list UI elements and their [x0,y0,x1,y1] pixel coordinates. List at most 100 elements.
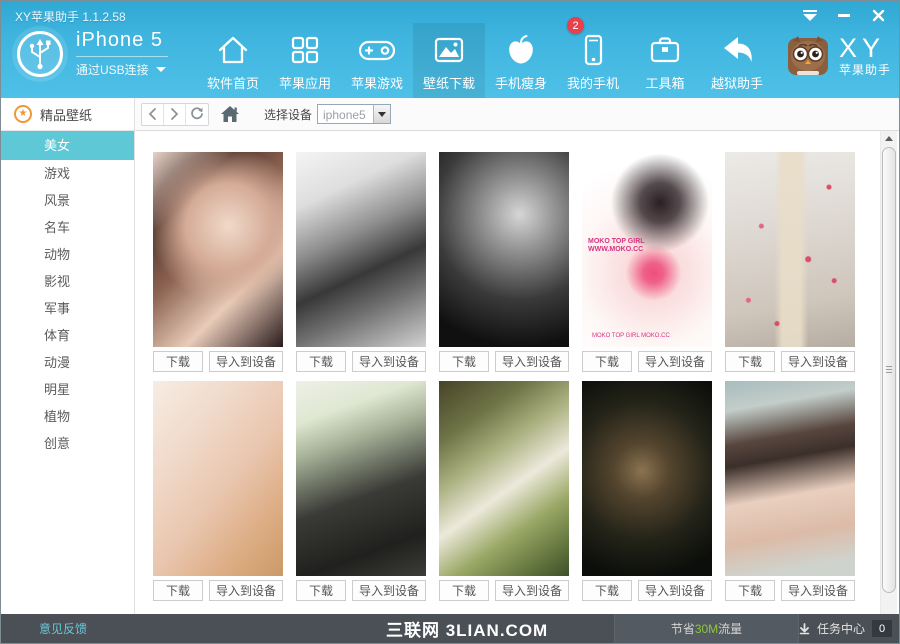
toolbar-item-my-phone[interactable]: 2 我的手机 [557,23,629,98]
close-button[interactable] [869,7,887,23]
device-select-label: 选择设备 [264,106,312,123]
traffic-savings: 节省30M流量 [614,614,799,643]
wallpaper-thumbnail[interactable] [296,381,426,576]
device-connection-dropdown[interactable]: 通过USB连接 [76,61,168,78]
card-buttons: 下载 导入到设备 [296,580,426,601]
task-center-label: 任务中心 [817,620,865,637]
import-to-device-button[interactable]: 导入到设备 [209,351,283,372]
toolbar-item-software-home[interactable]: 软件首页 [197,23,269,98]
import-to-device-button[interactable]: 导入到设备 [352,351,426,372]
wallpaper-thumbnail[interactable] [439,381,569,576]
device-select-dropdown[interactable]: iphone5 [317,104,391,124]
import-to-device-button[interactable]: 导入到设备 [352,580,426,601]
wallpaper-thumbnail[interactable] [153,381,283,576]
status-bar: 意见反馈 三联网 3LIAN.COM 节省30M流量 任务中心 0 [1,614,899,643]
toolbar-item-label: 苹果游戏 [351,73,403,92]
wallpaper-thumbnail[interactable] [582,381,712,576]
download-button[interactable]: 下载 [296,580,346,601]
toolbox-icon [647,30,683,70]
navigation-bar: 选择设备 iphone5 [135,98,899,131]
import-to-device-button[interactable]: 导入到设备 [638,351,712,372]
main-toolbar: 软件首页 苹果应用 苹 [197,23,773,98]
download-button[interactable]: 下载 [725,580,775,601]
select-arrow-button[interactable] [373,105,390,123]
sidebar-item-stars[interactable]: 明星 [1,376,134,403]
device-panel: iPhone 5 通过USB连接 [17,29,168,78]
scrollbar-thumb[interactable] [882,147,896,593]
import-to-device-button[interactable]: 导入到设备 [781,580,855,601]
refresh-button[interactable] [186,104,208,125]
phone-icon [575,30,611,70]
wallpaper-thumbnail[interactable] [439,152,569,347]
wallpaper-card: 下载 导入到设备 [439,381,569,601]
wallpaper-thumbnail[interactable] [725,152,855,347]
toolbar-item-apple-games[interactable]: 苹果游戏 [341,23,413,98]
photo-watermark: MOKO TOP GIRL MOKO.CC [592,333,670,339]
card-buttons: 下载 导入到设备 [582,580,712,601]
main-menu-button[interactable] [801,7,819,23]
sidebar-item-beauty[interactable]: 美女 [1,131,134,160]
sidebar-item-movies[interactable]: 影视 [1,268,134,295]
sidebar-item-creative[interactable]: 创意 [1,430,134,457]
download-button[interactable]: 下载 [439,580,489,601]
toolbar-item-toolbox[interactable]: 工具箱 [629,23,701,98]
download-button[interactable]: 下载 [153,580,203,601]
download-button[interactable]: 下载 [582,580,632,601]
usb-connection-icon [17,31,63,77]
download-button[interactable]: 下载 [296,351,346,372]
scroll-up-button[interactable] [881,131,897,146]
scrollbar-grip [886,366,892,375]
import-to-device-button[interactable]: 导入到设备 [209,580,283,601]
sidebar-item-scenery[interactable]: 风景 [1,187,134,214]
refresh-icon [190,107,204,121]
notification-badge: 2 [567,17,584,34]
wallpaper-card: 下载 导入到设备 [153,381,283,601]
toolbar-item-jailbreak[interactable]: 越狱助手 [701,23,773,98]
sidebar-item-anime[interactable]: 动漫 [1,349,134,376]
sidebar-item-sports[interactable]: 体育 [1,322,134,349]
menu-arrow-icon [803,10,817,21]
category-sidebar: ★ 精品壁纸 美女 游戏 风景 名车 动物 影视 军事 体育 动漫 明星 植物 … [1,98,135,614]
sidebar-item-plants[interactable]: 植物 [1,403,134,430]
nav-button-group [141,103,209,126]
wallpaper-thumbnail[interactable] [153,152,283,347]
brand-name: XY [839,35,891,61]
card-buttons: 下载 导入到设备 [296,351,426,372]
device-connection-label: 通过USB连接 [76,61,149,78]
toolbar-item-label: 我的手机 [567,73,619,92]
download-button[interactable]: 下载 [582,351,632,372]
card-buttons: 下载 导入到设备 [153,351,283,372]
home-nav-button[interactable] [220,105,240,123]
back-button[interactable] [142,104,164,125]
toolbar-item-apple-apps[interactable]: 苹果应用 [269,23,341,98]
wallpaper-thumbnail[interactable] [296,152,426,347]
vertical-scrollbar[interactable] [880,131,897,614]
sidebar-item-games[interactable]: 游戏 [1,160,134,187]
feedback-link[interactable]: 意见反馈 [39,614,87,643]
toolbar-item-wallpaper-download[interactable]: 壁纸下载 [413,23,485,98]
task-center-button[interactable]: 任务中心 0 [799,614,892,643]
import-to-device-button[interactable]: 导入到设备 [638,580,712,601]
download-button[interactable]: 下载 [439,351,489,372]
wallpaper-thumbnail[interactable] [725,381,855,576]
import-to-device-button[interactable]: 导入到设备 [781,351,855,372]
wallpaper-thumbnail[interactable]: MOKO TOP GIRL WWW.MOKO.CC MOKO TOP GIRL … [582,152,712,347]
brand-logo: XY 苹果助手 [785,33,891,79]
download-button[interactable]: 下载 [153,351,203,372]
home-icon [215,30,251,70]
download-button[interactable]: 下载 [725,351,775,372]
device-text: iPhone 5 通过USB连接 [76,29,168,78]
toolbar-item-phone-slimming[interactable]: 手机瘦身 [485,23,557,98]
window-title: XY苹果助手 1.1.2.58 [15,8,126,25]
minimize-button[interactable] [835,7,853,23]
wallpaper-card: 下载 导入到设备 [725,381,855,601]
toolbar-item-label: 苹果应用 [279,73,331,92]
import-to-device-button[interactable]: 导入到设备 [495,351,569,372]
sidebar-item-military[interactable]: 军事 [1,295,134,322]
device-name: iPhone 5 [76,29,168,57]
sidebar-header: ★ 精品壁纸 [1,98,134,131]
import-to-device-button[interactable]: 导入到设备 [495,580,569,601]
sidebar-item-cars[interactable]: 名车 [1,214,134,241]
forward-button[interactable] [164,104,186,125]
sidebar-item-animals[interactable]: 动物 [1,241,134,268]
